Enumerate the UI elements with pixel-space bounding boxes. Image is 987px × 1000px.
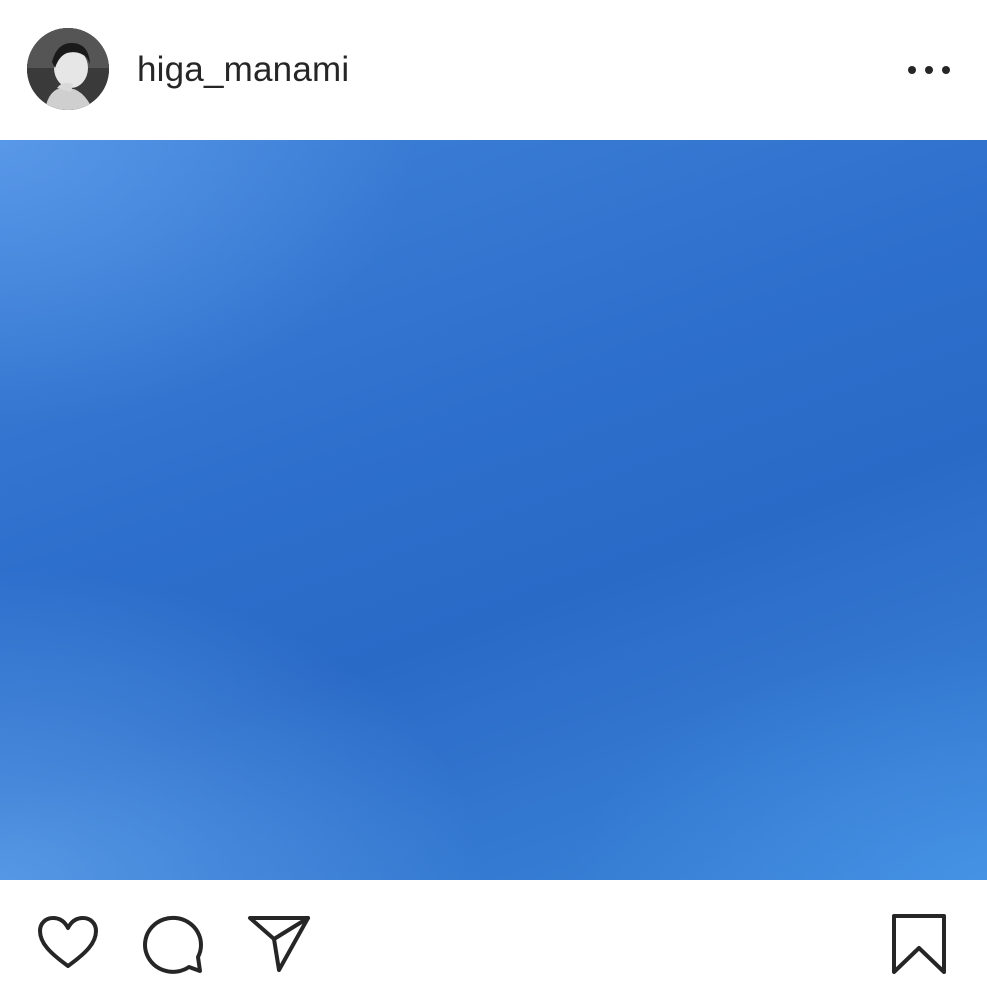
username[interactable]: higa_manami (137, 50, 349, 90)
heart-icon (38, 916, 98, 968)
action-bar (0, 880, 987, 1000)
comment-button[interactable] (142, 912, 208, 976)
post-header: higa_manami (0, 0, 987, 140)
like-button[interactable] (36, 914, 100, 972)
more-options-button[interactable] (902, 52, 958, 88)
save-button[interactable] (890, 912, 950, 976)
post-image[interactable] (0, 140, 987, 880)
share-button[interactable] (246, 912, 312, 974)
bookmark-icon (892, 914, 946, 974)
paper-plane-icon (248, 916, 310, 972)
avatar[interactable] (27, 28, 109, 110)
more-options-icon (908, 66, 950, 74)
comment-icon (143, 915, 203, 974)
